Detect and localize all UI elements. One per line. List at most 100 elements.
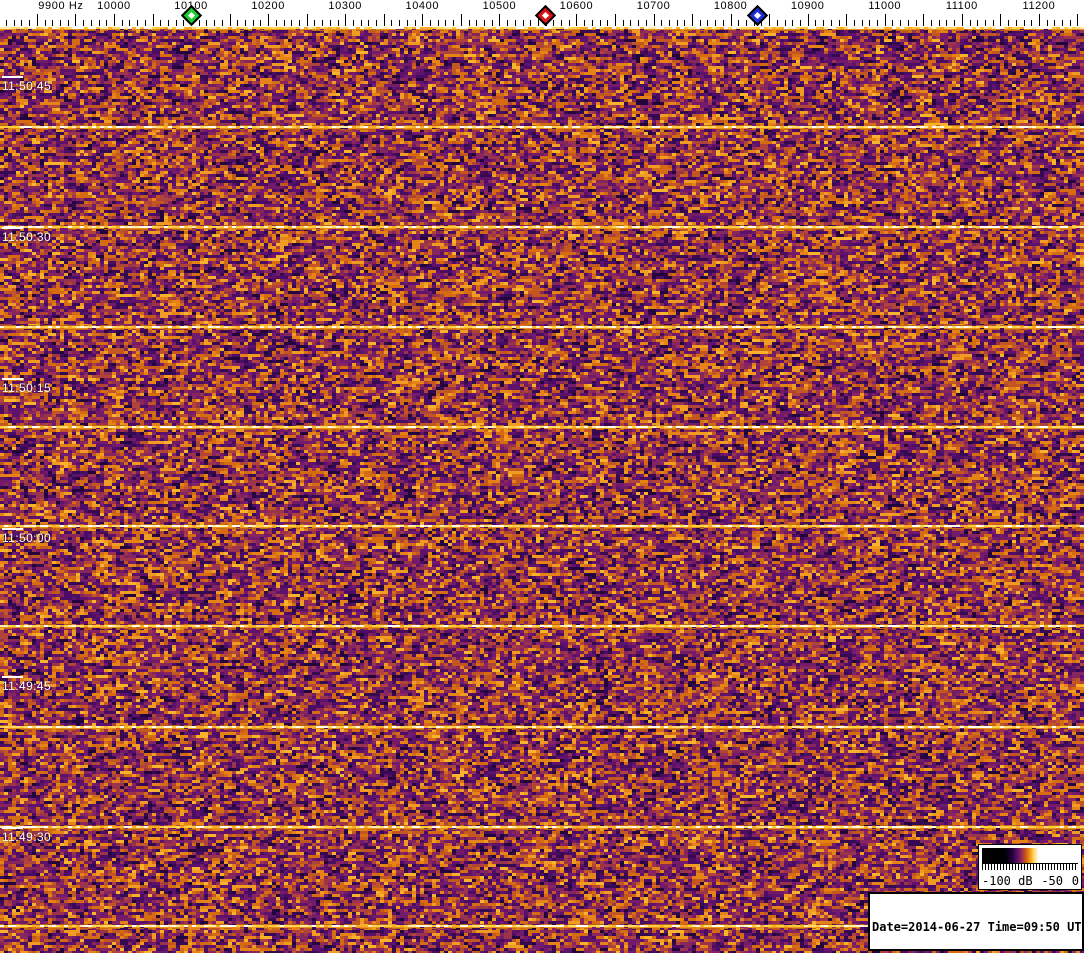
ruler-tick: [800, 20, 801, 26]
ruler-tick: [507, 20, 508, 26]
ruler-tick: [561, 20, 562, 26]
ruler-tick: [322, 20, 323, 26]
ruler-tick: [222, 20, 223, 26]
ruler-tick: [361, 20, 362, 26]
ruler-tick: [299, 20, 300, 26]
ruler-tick: [338, 20, 339, 26]
ruler-tick: [669, 20, 670, 26]
info-date-time: Date=2014-06-27 Time=09:50 UTC: [872, 920, 1084, 934]
freq-label-10000: 10000: [97, 0, 131, 12]
ruler-tick: [469, 20, 470, 26]
time-tick-dash: [2, 676, 23, 678]
ruler-tick: [52, 20, 53, 26]
ruler-tick: [384, 14, 385, 26]
ruler-tick: [723, 20, 724, 26]
ruler-tick: [985, 20, 986, 26]
ruler-tick: [1062, 20, 1063, 26]
ruler-tick: [607, 20, 608, 26]
ruler-tick: [391, 20, 392, 26]
ruler-tick: [461, 14, 462, 26]
ruler-tick: [600, 20, 601, 26]
ruler-tick: [399, 20, 400, 26]
ruler-tick: [345, 14, 346, 26]
ruler-tick: [931, 20, 932, 26]
ruler-tick: [785, 20, 786, 26]
ruler-tick: [646, 20, 647, 26]
ruler-tick: [939, 20, 940, 26]
time-label: 11:50:00: [2, 531, 52, 545]
ruler-tick: [284, 20, 285, 26]
time-label: 11:49:30: [2, 830, 52, 844]
frequency-ruler[interactable]: 9900 Hz100001010010200103001040010500106…: [0, 0, 1084, 27]
ruler-tick: [1047, 20, 1048, 26]
ruler-tick: [453, 20, 454, 26]
ruler-tick: [438, 20, 439, 26]
ruler-tick: [684, 20, 685, 26]
ruler-tick: [145, 20, 146, 26]
freq-label-10900: 10900: [790, 0, 825, 12]
ruler-tick: [1054, 20, 1055, 26]
ruler-tick: [99, 20, 100, 26]
ruler-tick: [60, 20, 61, 26]
time-label: 11:50:15: [2, 381, 52, 395]
marker-green-dot: [187, 11, 195, 20]
ruler-tick: [831, 20, 832, 26]
freq-label-10300: 10300: [328, 0, 363, 12]
ruler-tick: [553, 20, 554, 26]
ruler-tick: [977, 20, 978, 26]
ruler-tick: [106, 20, 107, 26]
ruler-tick: [415, 20, 416, 26]
ruler-tick: [993, 20, 994, 26]
ruler-tick: [854, 20, 855, 26]
ruler-tick: [314, 20, 315, 26]
ruler-tick: [707, 20, 708, 26]
ruler-tick: [29, 20, 30, 26]
ruler-tick: [661, 20, 662, 26]
ruler-tick: [923, 14, 924, 26]
ruler-tick: [808, 14, 809, 26]
ruler-tick: [700, 20, 701, 26]
ruler-tick: [183, 20, 184, 26]
time-tick-dash: [2, 227, 23, 229]
ruler-tick: [962, 14, 963, 26]
time-label: 11:50:30: [2, 230, 52, 244]
freq-label-9900: 9900 Hz: [38, 0, 84, 12]
ruler-tick: [954, 20, 955, 26]
ruler-tick: [846, 14, 847, 26]
ruler-tick: [630, 20, 631, 26]
ruler-tick: [839, 20, 840, 26]
ruler-tick: [214, 20, 215, 26]
ruler-tick: [83, 20, 84, 26]
ruler-tick: [122, 20, 123, 26]
ruler-tick: [576, 14, 577, 26]
freq-label-10700: 10700: [636, 0, 671, 12]
ruler-tick: [862, 20, 863, 26]
ruler-tick: [1070, 20, 1071, 26]
marker-blue-dot: [754, 11, 762, 20]
ruler-tick: [777, 20, 778, 26]
ruler-tick: [492, 20, 493, 26]
ruler-tick: [137, 20, 138, 26]
ruler-tick: [592, 20, 593, 26]
ruler-tick: [276, 20, 277, 26]
ruler-tick: [869, 20, 870, 26]
time-tick-dash: [2, 827, 23, 829]
ruler-tick: [523, 20, 524, 26]
ruler-tick: [168, 20, 169, 26]
marker-blue[interactable]: [746, 4, 769, 27]
time-label: 11:49:45: [2, 679, 52, 693]
ruler-tick: [615, 14, 616, 26]
ruler-tick: [368, 20, 369, 26]
ruler-tick: [970, 20, 971, 26]
time-tick-dash: [2, 378, 23, 380]
freq-label-10800: 10800: [713, 0, 748, 12]
ruler-tick: [738, 20, 739, 26]
time-label: 11:50:45: [2, 79, 52, 93]
ruler-tick: [353, 20, 354, 26]
ruler-tick: [307, 14, 308, 26]
status-info-box: Date=2014-06-27 Time=09:50 UTC Freq=143 …: [868, 892, 1084, 951]
ruler-tick: [815, 20, 816, 26]
ruler-tick: [530, 20, 531, 26]
freq-label-10400: 10400: [405, 0, 440, 12]
ruler-tick: [1024, 20, 1025, 26]
